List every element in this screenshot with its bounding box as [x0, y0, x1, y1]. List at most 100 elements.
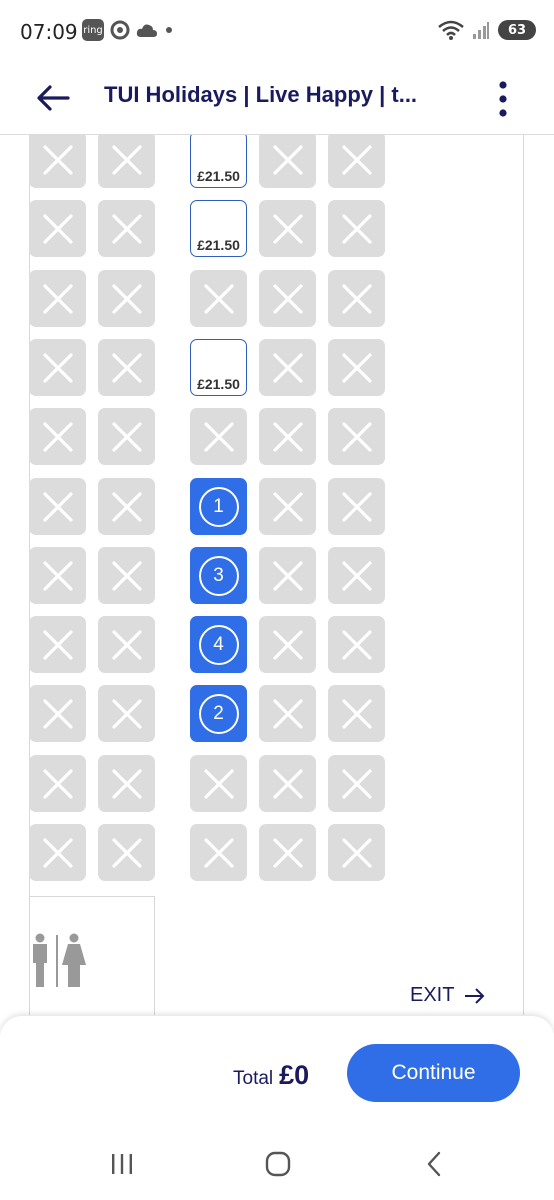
arrow-right-icon	[465, 987, 485, 1004]
continue-button[interactable]: Continue	[347, 1044, 520, 1102]
seat-unavailable	[29, 685, 86, 742]
unavailable-x-icon	[272, 491, 303, 522]
passenger-number-badge: 2	[198, 693, 239, 734]
unavailable-x-icon	[341, 283, 372, 314]
unavailable-x-icon	[341, 144, 372, 175]
unavailable-x-icon	[42, 629, 73, 660]
seat-unavailable	[328, 755, 385, 812]
total-value: £0	[279, 1060, 310, 1090]
seat-unavailable	[259, 616, 316, 673]
unavailable-x-icon	[341, 421, 372, 452]
unavailable-x-icon	[341, 768, 372, 799]
back-arrow-icon[interactable]	[34, 78, 74, 118]
seat-unavailable	[29, 339, 86, 396]
unavailable-x-icon	[42, 837, 73, 868]
unavailable-x-icon	[42, 698, 73, 729]
seat-selected[interactable]: 4	[190, 616, 247, 673]
seat-selected[interactable]: 2	[190, 685, 247, 742]
recents-icon[interactable]	[108, 1152, 136, 1176]
app-header: TUI Holidays | Live Happy | t...	[0, 62, 554, 135]
unavailable-x-icon	[341, 491, 372, 522]
unavailable-x-icon	[341, 352, 372, 383]
cloud-icon	[136, 24, 157, 37]
seat-unavailable	[328, 478, 385, 535]
status-notification-icons: ring	[82, 19, 174, 41]
unavailable-x-icon	[42, 213, 73, 244]
unavailable-x-icon	[272, 560, 303, 591]
seat-unavailable	[259, 408, 316, 465]
page-title: TUI Holidays | Live Happy | t...	[104, 82, 418, 107]
seat-unavailable	[259, 135, 316, 188]
unavailable-x-icon	[341, 560, 372, 591]
status-system-icons: 63	[438, 20, 536, 40]
seat-unavailable	[259, 824, 316, 881]
seat-unavailable	[98, 135, 155, 188]
unavailable-x-icon	[42, 421, 73, 452]
seat-unavailable	[29, 616, 86, 673]
seat-unavailable	[328, 824, 385, 881]
unavailable-x-icon	[272, 144, 303, 175]
unavailable-x-icon	[272, 283, 303, 314]
seat-unavailable	[98, 339, 155, 396]
seat-unavailable	[98, 547, 155, 604]
exit-label: EXIT	[410, 984, 455, 1006]
seat-unavailable	[29, 478, 86, 535]
seat-unavailable	[328, 270, 385, 327]
seat-unavailable	[328, 135, 385, 188]
seat-unavailable	[259, 685, 316, 742]
unavailable-x-icon	[341, 837, 372, 868]
seat-unavailable	[190, 755, 247, 812]
unavailable-x-icon	[272, 629, 303, 660]
seat-unavailable	[328, 616, 385, 673]
wifi-icon	[438, 20, 464, 40]
unavailable-x-icon	[203, 837, 234, 868]
total-price: Total £0	[233, 1060, 309, 1091]
unavailable-x-icon	[111, 491, 142, 522]
seat-price: £21.50	[197, 168, 240, 184]
seat-unavailable	[328, 339, 385, 396]
unavailable-x-icon	[42, 491, 73, 522]
seat-unavailable	[259, 270, 316, 327]
system-back-icon[interactable]	[422, 1150, 446, 1178]
seat-unavailable	[29, 135, 86, 188]
unavailable-x-icon	[272, 352, 303, 383]
unavailable-x-icon	[111, 629, 142, 660]
home-icon[interactable]	[264, 1150, 292, 1178]
seat-price: £21.50	[197, 376, 240, 392]
ring-app-icon: ring	[82, 19, 104, 41]
unavailable-x-icon	[111, 144, 142, 175]
dot-icon	[166, 27, 172, 33]
seat-unavailable	[98, 408, 155, 465]
unavailable-x-icon	[272, 213, 303, 244]
seat-unavailable	[328, 200, 385, 257]
unavailable-x-icon	[203, 421, 234, 452]
checkout-panel: Total £0 Continue	[0, 1016, 554, 1128]
seat-unavailable	[29, 824, 86, 881]
unavailable-x-icon	[111, 283, 142, 314]
seat-available[interactable]: £21.50	[190, 135, 247, 188]
seat-unavailable	[98, 478, 155, 535]
unavailable-x-icon	[42, 560, 73, 591]
unavailable-x-icon	[341, 629, 372, 660]
seat-unavailable	[29, 547, 86, 604]
unavailable-x-icon	[111, 698, 142, 729]
signal-icon	[473, 22, 489, 39]
seat-unavailable	[98, 616, 155, 673]
unavailable-x-icon	[111, 837, 142, 868]
unavailable-x-icon	[111, 352, 142, 383]
seat-available[interactable]: £21.50	[190, 339, 247, 396]
exit-indicator: EXIT	[410, 984, 486, 1007]
seat-unavailable	[259, 547, 316, 604]
passenger-number-badge: 1	[198, 486, 239, 527]
seat-selected[interactable]: 1	[190, 478, 247, 535]
system-nav-bar	[0, 1128, 554, 1200]
seat-selected[interactable]: 3	[190, 547, 247, 604]
seat-unavailable	[98, 270, 155, 327]
unavailable-x-icon	[42, 144, 73, 175]
unavailable-x-icon	[42, 768, 73, 799]
status-time: 07:09	[20, 20, 78, 44]
seat-available[interactable]: £21.50	[190, 200, 247, 257]
seat-price: £21.50	[197, 237, 240, 253]
more-vert-icon[interactable]	[490, 76, 516, 122]
lavatory	[29, 896, 155, 1015]
